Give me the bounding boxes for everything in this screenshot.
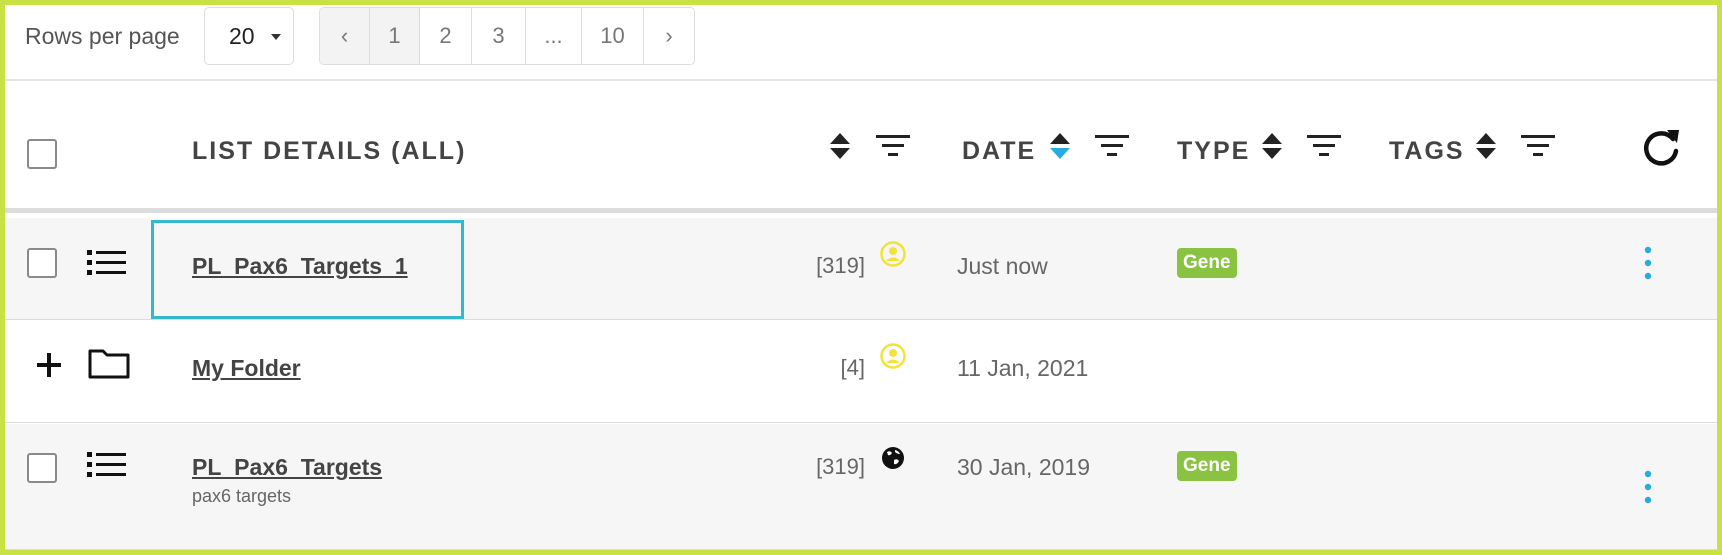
type-header[interactable]: TYPE bbox=[1177, 137, 1250, 166]
page-1-button[interactable]: 1 bbox=[370, 8, 420, 64]
sort-desc-icon[interactable] bbox=[1048, 131, 1072, 161]
filter-icon[interactable] bbox=[1520, 133, 1556, 159]
row-checkbox[interactable] bbox=[27, 248, 57, 278]
date-value: Just now bbox=[957, 253, 1048, 279]
table-header: LIST DETAILS (ALL) DATE TYPE TAGS bbox=[5, 83, 1717, 213]
date-value: 30 Jan, 2019 bbox=[957, 454, 1091, 480]
filter-icon[interactable] bbox=[875, 133, 911, 159]
item-count: [319] bbox=[816, 253, 865, 278]
filter-icon[interactable] bbox=[1306, 133, 1342, 159]
folder-name-link[interactable]: My Folder bbox=[192, 355, 301, 382]
user-icon bbox=[880, 343, 906, 369]
date-header[interactable]: DATE bbox=[962, 137, 1036, 166]
lists-panel: Rows per page 20 ‹ 1 2 3 ... 10 › LIST D… bbox=[5, 5, 1717, 550]
plus-icon[interactable] bbox=[35, 351, 63, 379]
select-all-checkbox[interactable] bbox=[27, 139, 57, 169]
user-icon bbox=[880, 241, 906, 267]
sort-icon[interactable] bbox=[1260, 131, 1284, 161]
list-description: pax6 targets bbox=[192, 486, 292, 506]
type-badge: Gene bbox=[1177, 248, 1237, 278]
sort-icon[interactable] bbox=[1474, 131, 1498, 161]
chevron-down-icon bbox=[271, 34, 281, 40]
page-2-button[interactable]: 2 bbox=[420, 8, 472, 64]
table-row[interactable]: PL_Pax6_Targets_1 [319] Just now Gene bbox=[5, 218, 1717, 320]
more-options-icon[interactable] bbox=[1643, 246, 1653, 280]
rows-per-page-value: 20 bbox=[229, 22, 255, 49]
more-options-icon[interactable] bbox=[1643, 470, 1653, 504]
globe-icon bbox=[882, 447, 904, 469]
sort-icon[interactable] bbox=[828, 131, 852, 161]
pagination: ‹ 1 2 3 ... 10 › bbox=[319, 7, 695, 65]
list-name-link[interactable]: PL_Pax6_Targets bbox=[192, 454, 382, 481]
list-icon bbox=[87, 250, 126, 275]
rows-per-page-label: Rows per page bbox=[25, 23, 180, 49]
date-value: 11 Jan, 2021 bbox=[957, 355, 1089, 381]
table-row[interactable]: My Folder [4] 11 Jan, 2021 bbox=[5, 321, 1717, 423]
page-3-button[interactable]: 3 bbox=[472, 8, 526, 64]
rows-per-page-select[interactable]: 20 bbox=[204, 7, 294, 65]
item-count: [319] bbox=[816, 454, 865, 479]
list-name-link[interactable]: PL_Pax6_Targets_1 bbox=[192, 253, 408, 280]
tags-header[interactable]: TAGS bbox=[1389, 137, 1465, 166]
refresh-icon[interactable] bbox=[1641, 127, 1681, 167]
list-icon bbox=[87, 452, 126, 477]
page-ellipsis: ... bbox=[526, 8, 582, 64]
page-10-button[interactable]: 10 bbox=[582, 8, 644, 64]
list-details-header: LIST DETAILS (ALL) bbox=[192, 137, 467, 165]
pagination-bar: Rows per page 20 ‹ 1 2 3 ... 10 › bbox=[5, 5, 1717, 81]
row-checkbox[interactable] bbox=[27, 453, 57, 483]
item-count: [4] bbox=[840, 355, 865, 380]
table-row[interactable]: PL_Pax6_Targets pax6 targets [319] 30 Ja… bbox=[5, 424, 1717, 550]
page-next-button[interactable]: › bbox=[644, 8, 694, 64]
page-prev-button[interactable]: ‹ bbox=[320, 8, 370, 64]
type-badge: Gene bbox=[1177, 451, 1237, 481]
folder-icon bbox=[88, 349, 130, 379]
filter-icon[interactable] bbox=[1094, 133, 1130, 159]
